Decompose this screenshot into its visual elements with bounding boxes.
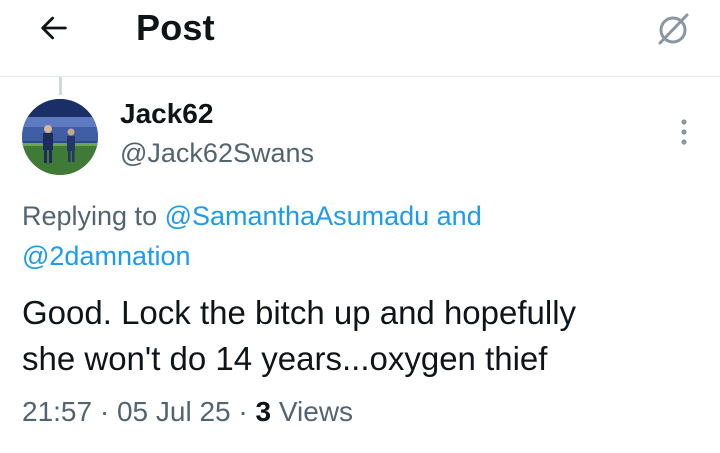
grok-icon: [658, 13, 689, 45]
views-count[interactable]: 3: [256, 396, 272, 427]
post-text: Good. Lock the bitch up and hopefully she…: [22, 290, 702, 382]
thread-connector-line: [59, 77, 62, 95]
more-vertical-icon: [681, 119, 687, 145]
more-options-button[interactable]: [670, 112, 698, 152]
mention-link-1[interactable]: @SamanthaAsumadu: [165, 201, 430, 231]
replying-to-line: Replying to @SamanthaAsumadu and @2damnat…: [22, 196, 682, 276]
back-button[interactable]: [34, 8, 74, 48]
avatar-photo: [22, 99, 98, 175]
views-label[interactable]: Views: [271, 396, 353, 427]
replying-joiner: and: [429, 201, 482, 231]
author-handle[interactable]: @Jack62Swans: [120, 138, 314, 169]
mention-link-2[interactable]: @2damnation: [22, 241, 191, 271]
meta-separator: ·: [230, 396, 256, 427]
page-title: Post: [136, 7, 215, 48]
post-text-line-2: she won't do 14 years...oxygen thief: [22, 340, 548, 377]
replying-prefix: Replying to: [22, 201, 165, 231]
post-meta: 21:57 · 05 Jul 25 · 3 Views: [22, 396, 353, 428]
post-text-line-1: Good. Lock the bitch up and hopefully: [22, 294, 577, 331]
post-time[interactable]: 21:57: [22, 396, 92, 427]
avatar[interactable]: [22, 99, 98, 175]
post-date[interactable]: 05 Jul 25: [117, 396, 231, 427]
meta-separator: ·: [92, 396, 117, 427]
arrow-left-icon: [41, 16, 67, 40]
top-bar: Post: [0, 0, 720, 77]
author-display-name[interactable]: Jack62: [120, 98, 213, 130]
grok-button[interactable]: [650, 6, 696, 52]
